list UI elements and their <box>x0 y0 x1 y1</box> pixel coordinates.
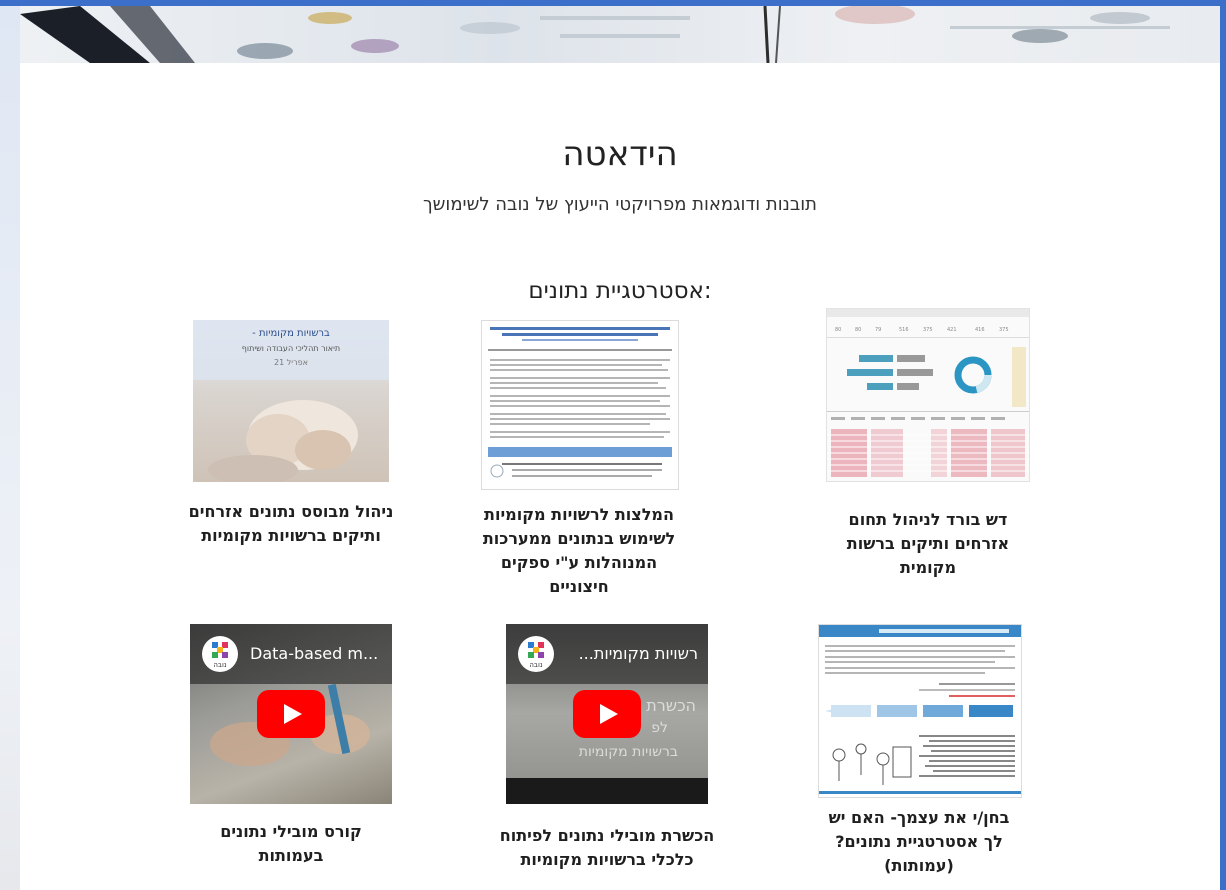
card-video-economic-development[interactable]: הכשרת לפ ברשויות מקומיות נובה רשויות מקו… <box>506 624 708 804</box>
page-title: הידאטה <box>562 134 678 174</box>
thumb-line-1: ברשויות מקומיות - <box>252 328 330 339</box>
svg-text:421: 421 <box>947 327 957 333</box>
svg-text:79: 79 <box>875 327 881 333</box>
video-title: רשויות מקומיות... <box>578 644 698 663</box>
play-button[interactable] <box>257 690 325 738</box>
header-banner-image <box>20 6 1220 63</box>
svg-text:80: 80 <box>855 327 861 333</box>
card-caption-economic-development[interactable]: הכשרת מובילי נתונים לפיתוח כלכלי ברשויות… <box>486 824 728 872</box>
left-background-strip <box>0 6 20 890</box>
card-caption-data-management[interactable]: ניהול מבוסס נתונים אזרחים ותיקים ברשויות… <box>183 500 399 548</box>
document-preview <box>488 327 672 478</box>
card-caption-recommendations[interactable]: המלצות לרשויות מקומיות לשימוש בנתונים ממ… <box>474 503 684 599</box>
nova-logo: נובה <box>202 636 238 672</box>
logo-text: נובה <box>213 661 227 669</box>
hands-image <box>208 400 358 482</box>
play-button[interactable] <box>573 690 641 738</box>
svg-text:375: 375 <box>999 327 1009 333</box>
content-frame: הידאטה תובנות ודוגמאות מפרויקטי הייעוץ ש… <box>20 6 1220 890</box>
thumb-line-2: תיאור תהליכי העבודה ושיתוף <box>241 344 341 353</box>
page-subtitle: תובנות ודוגמאות מפרויקטי הייעוץ של נובה … <box>423 194 817 215</box>
card-video-data-course[interactable]: נובה Data-based m... <box>190 624 392 804</box>
card-thumbnail-recommendations[interactable] <box>481 320 679 490</box>
card-caption-data-course[interactable]: קורס מובילי נתונים בעמותות <box>210 820 372 868</box>
video-title: Data-based m... <box>250 644 379 663</box>
dashboard-preview: 80 80 79 516 375 421 416 375 <box>827 309 1029 477</box>
card-thumbnail-data-management[interactable]: ברשויות מקומיות - תיאור תהליכי העבודה וש… <box>193 320 389 482</box>
nova-logo: נובה <box>518 636 554 672</box>
svg-text:516: 516 <box>899 327 909 333</box>
card-thumbnail-self-test[interactable] <box>818 624 1022 798</box>
svg-text:375: 375 <box>923 327 933 333</box>
card-caption-dashboard[interactable]: דש בורד לניהול תחום אזרחים ותיקים ברשות … <box>826 508 1030 580</box>
section-title: אסטרטגיית נתונים: <box>528 278 712 304</box>
overlay-line-3: ברשויות מקומיות <box>578 744 678 760</box>
logo-text: נובה <box>529 661 543 669</box>
thumb-line-3: אפריל 21 <box>274 358 308 367</box>
card-thumbnail-dashboard[interactable]: 80 80 79 516 375 421 416 375 <box>826 308 1030 482</box>
card-caption-self-test[interactable]: בחן/י את עצמך- האם יש לך אסטרטגיית נתוני… <box>826 806 1012 878</box>
infographic-preview <box>819 625 1021 794</box>
svg-text:80: 80 <box>835 327 841 333</box>
svg-text:416: 416 <box>975 327 985 333</box>
